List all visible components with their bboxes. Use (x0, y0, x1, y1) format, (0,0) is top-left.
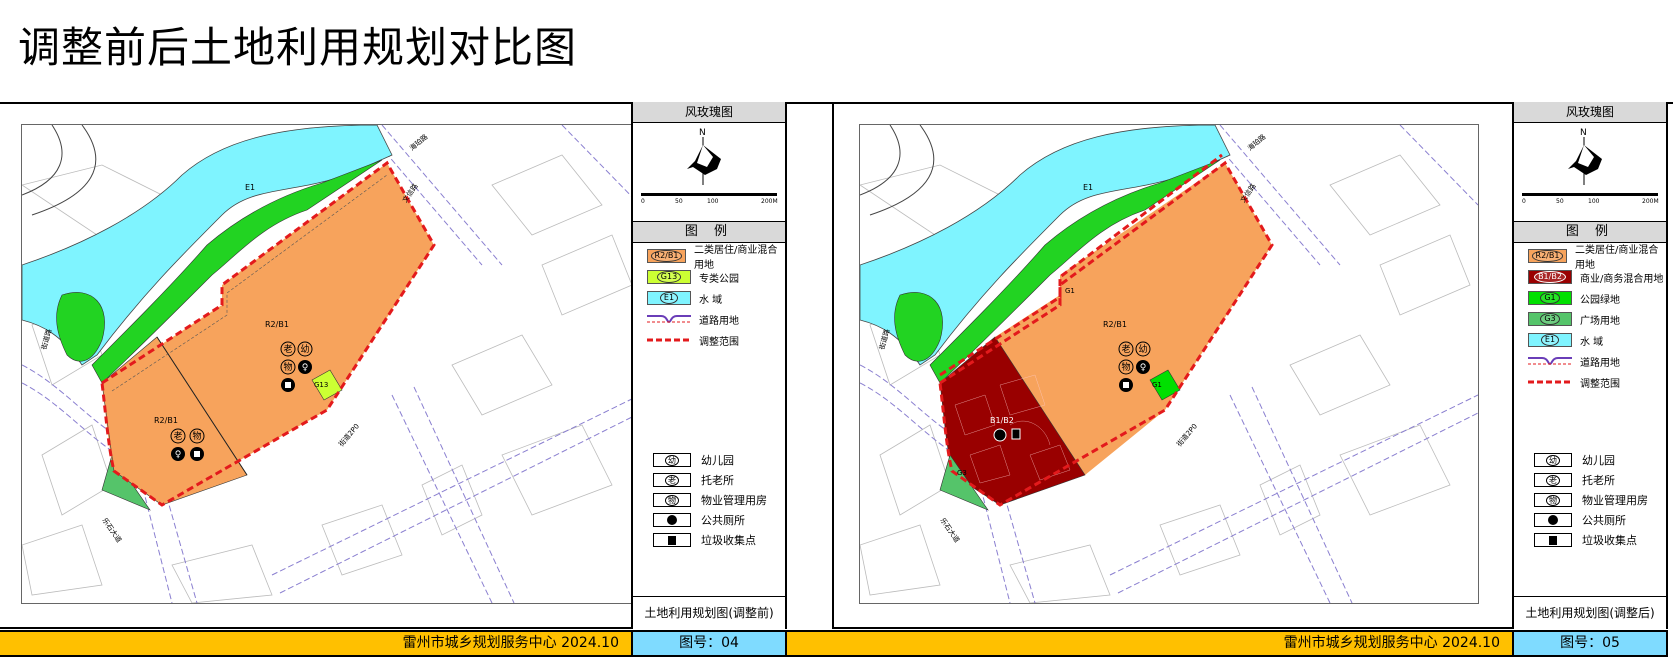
legend-panel-before: 风玫瑰图 N 0 50 100 200M 图 例 R2/B1 二类居住/商业混合用… (631, 102, 787, 629)
facility-item: 物物业管理用房 (653, 491, 767, 509)
legend-item: 道路用地 (1528, 352, 1620, 370)
facility-item: 物物业管理用房 (1534, 491, 1648, 509)
scale-tick: 100 (1588, 198, 1600, 205)
scale-tick: 50 (675, 198, 683, 205)
panel-footer: 土地利用规划图(调整前) (633, 596, 785, 629)
page-title: 调整前后土地利用规划对比图 (18, 23, 578, 72)
scale-tick: 200M (1642, 198, 1659, 205)
legend-item: R2/B1 二类居住/商业混合用地 (647, 245, 785, 271)
scale-tick: 0 (641, 198, 645, 205)
facility-item: 公共厕所 (1534, 511, 1626, 529)
scale-bar (641, 193, 777, 196)
facility-item: 垃圾收集点 (653, 531, 756, 549)
legend-item: 调整范围 (647, 336, 739, 348)
legend-item: B1/B2 商业/商务混合用地 (1528, 268, 1663, 286)
map-frame-after (832, 102, 1514, 629)
legend-item: G13 专类公园 (647, 268, 739, 286)
scale-tick: 100 (707, 198, 719, 205)
legend-item: 道路用地 (647, 310, 739, 328)
figure-number-after: 图号：05 (1512, 630, 1668, 657)
figure-number-before: 图号：04 (631, 630, 787, 657)
north-label: N (699, 128, 706, 138)
rose-title: 风玫瑰图 (633, 102, 785, 123)
facility-item: 幼幼儿园 (653, 451, 734, 469)
legend-item: E1 水 域 (647, 289, 722, 307)
trash-icon (1549, 536, 1557, 545)
legend-item: G3 广场用地 (1528, 310, 1620, 328)
scale-tick: 0 (1522, 198, 1526, 205)
map-frame-before (0, 102, 633, 629)
legend-title: 图 例 (633, 222, 785, 243)
legend-item: R2/B1 二类居住/商业混合用地 (1528, 245, 1666, 271)
north-label: N (1580, 128, 1587, 138)
facility-item: 老托老所 (1534, 471, 1615, 489)
org-bar-after: 雷州市城乡规划服务中心 2024.10 (787, 630, 1514, 657)
toilet-icon (1548, 515, 1558, 525)
panel-footer: 土地利用规划图(调整后) (1514, 596, 1666, 629)
facility-item: 公共厕所 (653, 511, 745, 529)
legend-item: E1 水 域 (1528, 331, 1603, 349)
trash-icon (668, 536, 676, 545)
toilet-icon (667, 515, 677, 525)
legend-item: 调整范围 (1528, 378, 1620, 390)
wind-rose: N 0 50 100 200M (633, 123, 785, 222)
legend-item: G1 公园绿地 (1528, 289, 1620, 307)
facility-item: 垃圾收集点 (1534, 531, 1637, 549)
wind-rose: N 0 50 100 200M (1514, 123, 1666, 222)
org-bar-before: 雷州市城乡规划服务中心 2024.10 (0, 630, 633, 657)
rose-title: 风玫瑰图 (1514, 102, 1666, 123)
legend-title: 图 例 (1514, 222, 1666, 243)
scale-bar (1522, 193, 1658, 196)
scale-tick: 50 (1556, 198, 1564, 205)
scale-tick: 200M (761, 198, 778, 205)
facility-item: 幼幼儿园 (1534, 451, 1615, 469)
facility-item: 老托老所 (653, 471, 734, 489)
legend-panel-after: 风玫瑰图 N 0 50 100 200M 图 例 R2/B1 二类居住/商业混合用… (1512, 102, 1668, 629)
